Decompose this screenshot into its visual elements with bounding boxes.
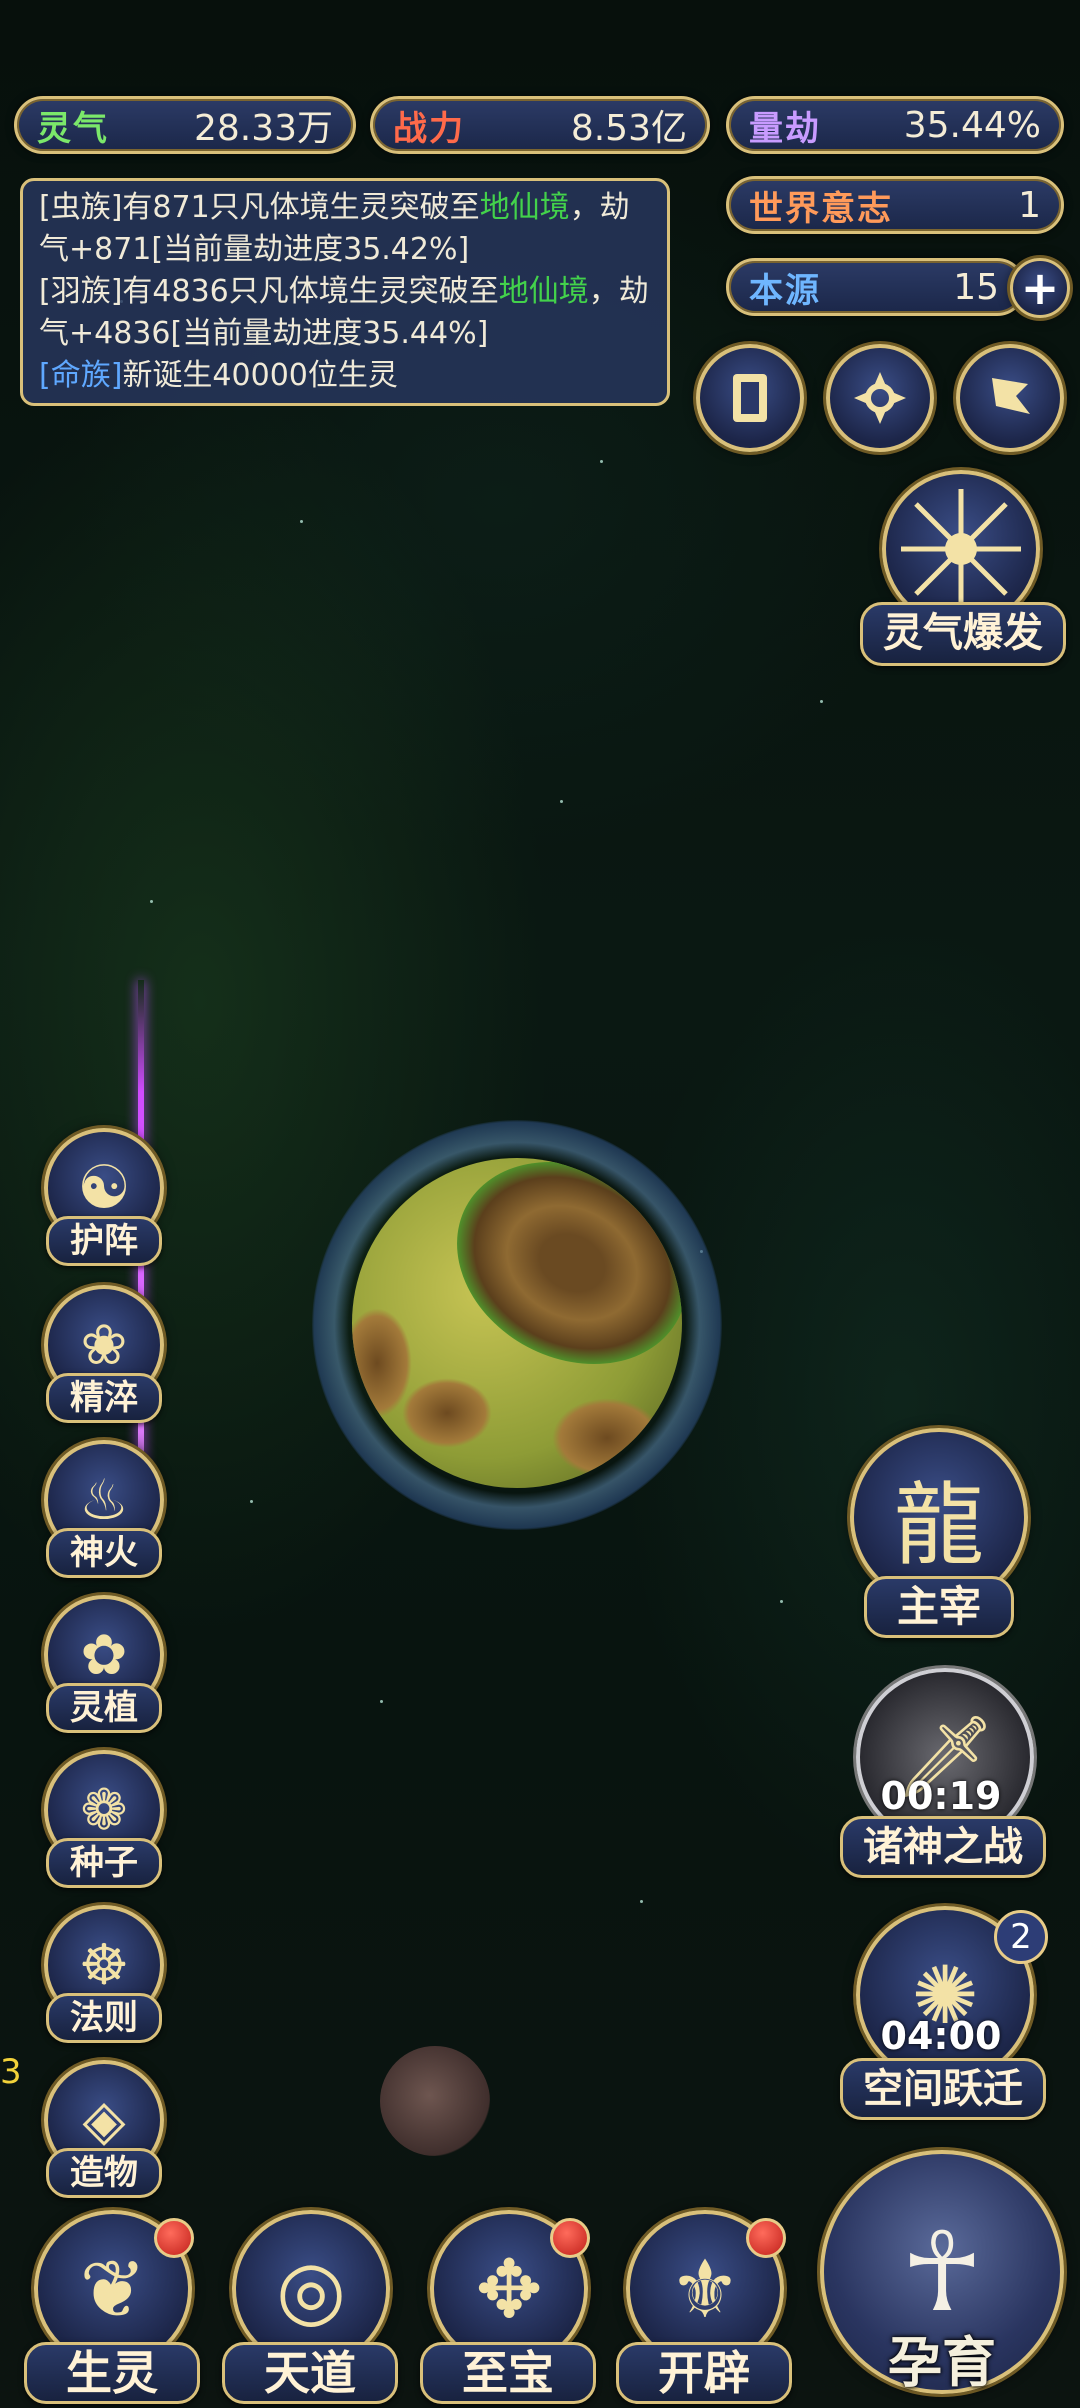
vortex-icon	[854, 372, 906, 424]
nav-tab-label: 生灵	[24, 2342, 200, 2404]
gods-war-label: 诸神之战	[840, 1816, 1046, 1878]
stat-zhanli-value: 8.53亿	[570, 108, 687, 149]
left-menu-item-law[interactable]: ☸ 法则	[40, 1905, 170, 2045]
nav-tab-heaven[interactable]: ◎ 天道	[212, 2210, 398, 2404]
flag-icon	[992, 378, 1030, 414]
lingqi-burst-label: 灵气爆发	[860, 602, 1066, 666]
asteroid[interactable]	[380, 2046, 490, 2156]
card-icon	[733, 374, 767, 422]
plus-icon: +	[1020, 261, 1060, 315]
stat-world-will: 世界意志 1	[726, 176, 1064, 234]
starburst-icon	[901, 489, 1021, 609]
planet-crater	[402, 1378, 492, 1448]
nav-tab-creatures[interactable]: ❦ 生灵	[14, 2210, 200, 2404]
left-menu-label: 造物	[46, 2148, 162, 2198]
planet-continent	[421, 1158, 682, 1404]
nav-tab-treasure[interactable]: ✥ 至宝	[410, 2210, 596, 2404]
notification-dot	[550, 2218, 590, 2258]
gods-war-button[interactable]: 🗡 00:19 诸神之战	[836, 1668, 1046, 1878]
left-menu-label: 灵植	[46, 1683, 162, 1733]
stat-zhanli: 战力 8.53亿	[370, 96, 710, 154]
left-menu-item-spirit-plant[interactable]: ✿ 灵植	[40, 1595, 170, 1735]
edge-number: 3	[0, 2052, 22, 2092]
log-line: [虫族]有871只凡体境生灵突破至地仙境，劫气+871[当前量劫进度35.42%…	[39, 190, 630, 267]
left-menu-item-creation[interactable]: ◈ 造物	[40, 2060, 170, 2200]
stat-lingqi-label: 灵气	[37, 108, 109, 149]
stat-benyuan-label: 本源	[749, 270, 821, 311]
planet-crater	[352, 1308, 412, 1418]
incubate-label: 孕育	[888, 2331, 996, 2394]
portal-button[interactable]	[826, 344, 934, 452]
notification-dot	[746, 2218, 786, 2258]
incubate-button[interactable]: ☥ 孕育	[812, 2150, 1068, 2400]
card-button[interactable]	[696, 344, 804, 452]
left-menu-label: 精淬	[46, 1373, 162, 1423]
stat-lingqi: 灵气 28.33万	[14, 96, 356, 154]
left-menu-item-protect-array[interactable]: ☯ 护阵	[40, 1128, 170, 1268]
left-menu-label: 神火	[46, 1528, 162, 1578]
event-log: [虫族]有871只凡体境生灵突破至地仙境，劫气+871[当前量劫进度35.42%…	[20, 178, 670, 406]
space-jump-label: 空间跃迁	[840, 2058, 1046, 2120]
space-jump-timer: 04:00	[880, 2014, 1002, 2058]
flag-button[interactable]	[956, 344, 1064, 452]
log-line: [命族]新诞生40000位生灵	[39, 358, 398, 393]
master-button[interactable]: 龍 主宰	[836, 1428, 1036, 1638]
stat-zhanli-label: 战力	[393, 108, 465, 149]
left-menu-item-refine[interactable]: ❀ 精淬	[40, 1285, 170, 1425]
nav-tab-label: 开辟	[616, 2342, 792, 2404]
nav-tab-expand[interactable]: ⚜ 开辟	[606, 2210, 792, 2404]
add-benyuan-button[interactable]: +	[1010, 258, 1070, 318]
notification-dot	[154, 2218, 194, 2258]
nav-tab-label: 天道	[222, 2342, 398, 2404]
left-menu-item-seed[interactable]: ❁ 种子	[40, 1750, 170, 1890]
planet-sphere	[352, 1158, 682, 1488]
space-jump-button[interactable]: ✺ 04:00 2 空间跃迁	[836, 1906, 1048, 2126]
stat-world-will-label: 世界意志	[749, 188, 893, 229]
left-menu-label: 法则	[46, 1993, 162, 2043]
log-line: [羽族]有4836只凡体境生灵突破至地仙境，劫气+4836[当前量劫进度35.4…	[39, 274, 649, 351]
master-label: 主宰	[864, 1576, 1014, 1638]
left-menu-item-divine-fire[interactable]: ♨ 神火	[40, 1440, 170, 1580]
lingqi-burst-button[interactable]: 灵气爆发	[860, 470, 1066, 680]
stat-liangjie: 量劫 35.44%	[726, 96, 1064, 154]
nav-tab-label: 至宝	[420, 2342, 596, 2404]
stat-lingqi-value: 28.33万	[193, 108, 333, 149]
left-menu-label: 护阵	[46, 1216, 162, 1266]
stat-benyuan: 本源 15	[726, 258, 1026, 316]
gods-war-timer: 00:19	[880, 1774, 1002, 1818]
planet[interactable]	[312, 1120, 722, 1530]
space-jump-badge: 2	[994, 1910, 1048, 1964]
stat-world-will-value: 1	[1018, 184, 1041, 226]
planet-crater	[552, 1398, 662, 1478]
left-menu-label: 种子	[46, 1838, 162, 1888]
stat-benyuan-value: 15	[953, 266, 999, 308]
stat-liangjie-value: 35.44%	[903, 104, 1041, 146]
stat-liangjie-label: 量劫	[749, 108, 821, 149]
